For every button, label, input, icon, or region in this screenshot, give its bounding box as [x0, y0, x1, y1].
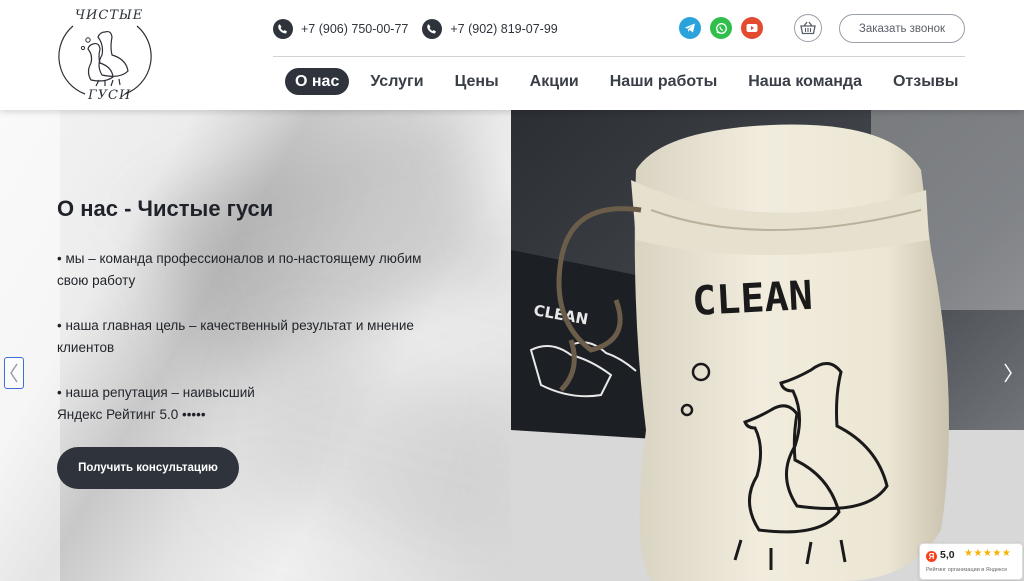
hero-bullet-reputation: • наша репутация – наивысший	[57, 385, 255, 400]
site-header: ЧИСТЫЕ ГУСИ +7 (906) 750-00-77 +7 (902) …	[0, 0, 1024, 110]
basket-icon	[800, 21, 816, 35]
slider-next-button[interactable]	[998, 357, 1018, 389]
phone-list: +7 (906) 750-00-77 +7 (902) 819-07-99	[273, 18, 572, 40]
yandex-score: 5,0	[940, 549, 955, 561]
phone-2[interactable]: +7 (902) 819-07-99	[422, 19, 558, 39]
logo-title-bottom: ГУСИ	[88, 88, 132, 103]
yandex-logo-icon: Я	[926, 551, 937, 562]
hero-title: О нас - Чистые гуси	[57, 196, 274, 221]
bag-clean-text: CLEAN	[691, 273, 814, 325]
chevron-right-icon	[1004, 363, 1012, 383]
laundry-bag-photo: CLEAN CLEAN	[511, 110, 1024, 581]
hero-bullet-team: • мы – команда профессионалов и по-насто…	[57, 251, 422, 288]
nav-our-works[interactable]: Наши работы	[610, 68, 718, 95]
youtube-icon[interactable]	[741, 17, 763, 39]
yandex-stars: ★★★★★	[964, 548, 1012, 559]
get-consultation-button[interactable]: Получить консультацию	[57, 447, 239, 489]
phone-icon	[422, 19, 443, 39]
hero-bullet-goal: • наша главная цель – качественный резул…	[57, 318, 414, 355]
hero-text-panel: О нас - Чистые гуси • мы – команда профе…	[0, 110, 537, 581]
phone-number-2: +7 (902) 819-07-99	[450, 22, 558, 36]
yandex-rating-line: Яндекс Рейтинг 5.0 •••••	[57, 407, 206, 422]
logo-title-top: ЧИСТЫЕ	[75, 8, 144, 23]
hero-slider: О нас - Чистые гуси • мы – команда профе…	[0, 110, 1024, 581]
social-links	[679, 17, 772, 39]
nav-reviews[interactable]: Отзывы	[893, 68, 958, 95]
callback-button[interactable]: Заказать звонок	[839, 14, 965, 43]
yandex-caption: Рейтинг организации в Яндексе	[926, 567, 1008, 573]
cart-button[interactable]	[794, 14, 822, 42]
telegram-icon[interactable]	[679, 17, 701, 39]
whatsapp-icon[interactable]	[710, 17, 732, 39]
nav-services[interactable]: Услуги	[370, 68, 423, 95]
phone-1[interactable]: +7 (906) 750-00-77	[273, 19, 408, 39]
chevron-left-icon	[10, 363, 18, 383]
hero-photo: CLEAN CLEAN	[511, 110, 1024, 581]
slider-prev-button[interactable]	[4, 357, 24, 389]
nav-about[interactable]: О нас	[285, 68, 350, 95]
phone-icon	[273, 19, 293, 39]
main-nav: О нас Услуги Цены Акции Наши работы Наша…	[285, 68, 989, 95]
logo[interactable]: ЧИСТЫЕ ГУСИ	[55, 6, 155, 104]
nav-prices[interactable]: Цены	[455, 68, 499, 95]
nav-our-team[interactable]: Наша команда	[748, 68, 862, 95]
nav-promotions[interactable]: Акции	[530, 68, 579, 95]
phone-number-1: +7 (906) 750-00-77	[301, 22, 409, 36]
yandex-rating-badge[interactable]: Я 5,0 ★★★★★ Рейтинг организации в Яндекс…	[919, 543, 1023, 580]
header-divider	[273, 56, 965, 57]
